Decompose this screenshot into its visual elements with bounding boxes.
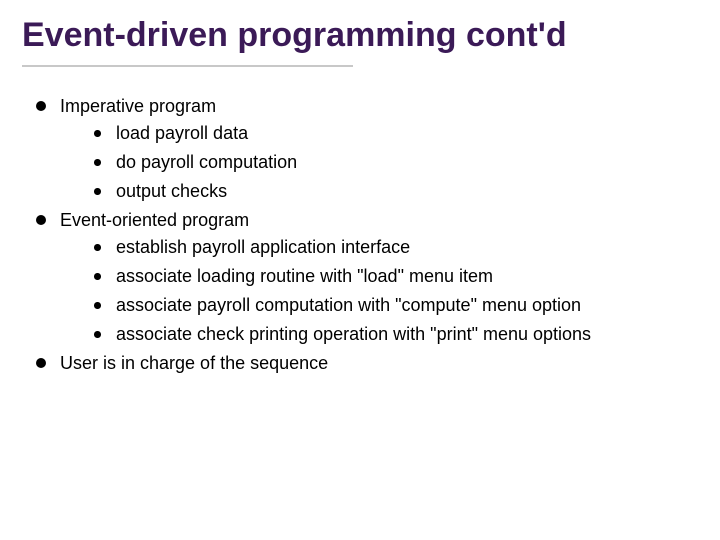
slide: Event-driven programming cont'd Imperati…: [0, 0, 720, 540]
list-item-label: associate payroll computation with "comp…: [116, 295, 581, 315]
list-item-label: associate loading routine with "load" me…: [116, 266, 493, 286]
list-item: associate payroll computation with "comp…: [86, 292, 698, 319]
list-item-label: do payroll computation: [116, 152, 297, 172]
list-item-label: load payroll data: [116, 123, 248, 143]
page-title: Event-driven programming cont'd: [22, 14, 698, 65]
list-item: do payroll computation: [86, 149, 698, 176]
list-item-label: associate check printing operation with …: [116, 324, 591, 344]
list-item-label: output checks: [116, 181, 227, 201]
slide-body: Imperative program load payroll data do …: [22, 67, 698, 377]
list-item-label: Imperative program: [60, 93, 698, 120]
bullet-list: Imperative program load payroll data do …: [30, 93, 698, 377]
list-item: User is in charge of the sequence: [30, 350, 698, 377]
list-item: establish payroll application interface: [86, 234, 698, 261]
list-item-label: establish payroll application interface: [116, 237, 410, 257]
list-item-label: User is in charge of the sequence: [60, 350, 698, 377]
list-item: Event-oriented program establish payroll…: [30, 207, 698, 348]
list-item: Imperative program load payroll data do …: [30, 93, 698, 205]
list-item: associate check printing operation with …: [86, 321, 698, 348]
bullet-sublist: load payroll data do payroll computation…: [60, 120, 698, 205]
list-item: output checks: [86, 178, 698, 205]
list-item: load payroll data: [86, 120, 698, 147]
list-item: associate loading routine with "load" me…: [86, 263, 698, 290]
list-item-label: Event-oriented program: [60, 207, 698, 234]
bullet-sublist: establish payroll application interface …: [60, 234, 698, 348]
